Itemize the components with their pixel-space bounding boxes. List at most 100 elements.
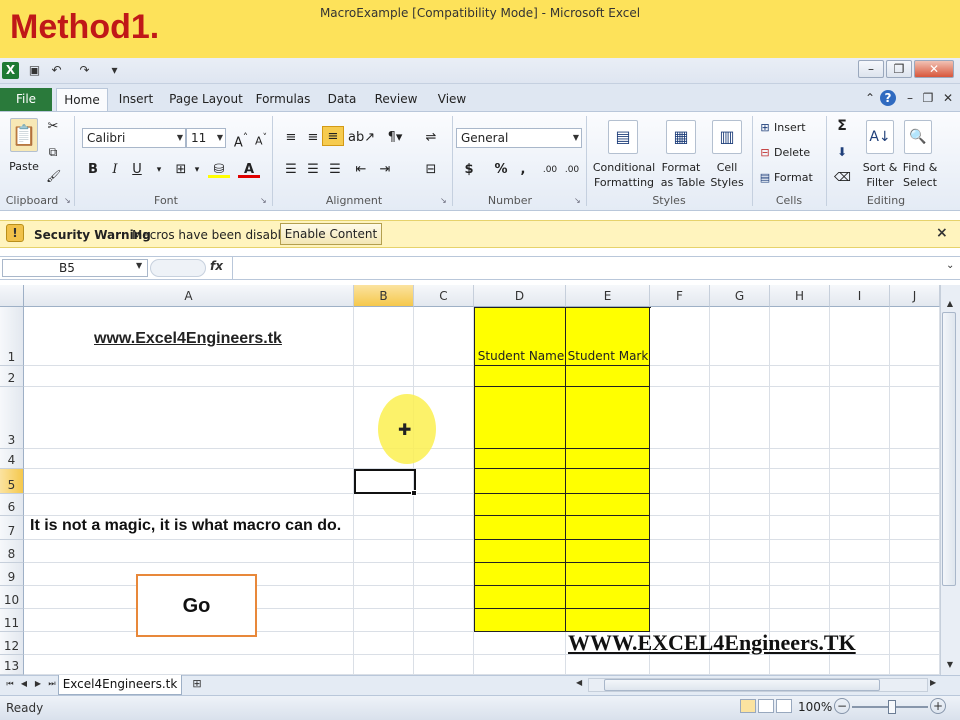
row-header-1[interactable]: 1 xyxy=(0,307,24,366)
find-select-icon[interactable]: 🔍 xyxy=(904,120,932,154)
redo-icon[interactable]: ↷ xyxy=(76,62,93,79)
grow-font-icon[interactable]: A˄ xyxy=(230,128,252,150)
zoom-level[interactable]: 100% xyxy=(798,700,832,714)
align-right-icon[interactable]: ☰ xyxy=(324,160,346,180)
row-header-2[interactable]: 2 xyxy=(0,366,24,387)
conditional-formatting-label-2[interactable]: Formatting xyxy=(590,176,658,189)
chevron-down-icon[interactable]: ▾ xyxy=(186,160,208,180)
go-macro-button[interactable]: Go xyxy=(136,574,257,637)
next-sheet-icon[interactable]: ▶ xyxy=(32,677,44,691)
tab-view[interactable]: View xyxy=(432,88,472,111)
column-header-i[interactable]: I xyxy=(830,285,890,307)
align-center-icon[interactable]: ☰ xyxy=(302,160,324,180)
increase-decimal-button[interactable]: .00 xyxy=(540,160,560,180)
scroll-down-icon[interactable]: ▼ xyxy=(943,658,957,672)
orientation-icon[interactable]: ab↗ xyxy=(348,128,375,148)
column-header-j[interactable]: J xyxy=(890,285,940,307)
column-header-d[interactable]: D xyxy=(474,285,566,307)
delete-button[interactable]: Delete xyxy=(774,146,810,159)
row-header-3[interactable]: 3 xyxy=(0,387,24,449)
format-as-table-icon[interactable]: ▦ xyxy=(666,120,696,154)
row-header-11[interactable]: 11 xyxy=(0,609,24,632)
column-header-g[interactable]: G xyxy=(710,285,770,307)
tab-data[interactable]: Data xyxy=(322,88,362,111)
chevron-down-icon[interactable]: ▼ xyxy=(136,261,142,270)
column-header-h[interactable]: H xyxy=(770,285,830,307)
highlighted-cell[interactable] xyxy=(475,387,566,449)
highlighted-cell[interactable] xyxy=(566,494,650,516)
find-select-label-2[interactable]: Select xyxy=(898,176,942,189)
new-sheet-icon[interactable]: ⊞ xyxy=(186,677,208,693)
bold-button[interactable]: B xyxy=(82,160,104,180)
scroll-right-icon[interactable]: ▶ xyxy=(930,678,936,687)
paste-button[interactable]: Paste xyxy=(2,160,46,173)
insert-button[interactable]: Insert xyxy=(774,121,806,134)
cell-styles-icon[interactable]: ▥ xyxy=(712,120,742,154)
number-format-combo[interactable]: General ▼ xyxy=(456,128,582,148)
highlighted-cell[interactable] xyxy=(475,469,566,494)
decrease-indent-icon[interactable]: ⇤ xyxy=(350,160,372,180)
sheet-tab-excel4engineers[interactable]: Excel4Engineers.tk xyxy=(58,675,182,695)
zoom-in-button[interactable]: + xyxy=(930,698,946,714)
conditional-formatting-icon[interactable]: ▤ xyxy=(608,120,638,154)
fill-icon[interactable]: ⬇ xyxy=(834,146,850,159)
shrink-font-icon[interactable]: A˅ xyxy=(250,128,272,148)
highlighted-cell[interactable] xyxy=(475,609,566,632)
sort-filter-label-2[interactable]: Filter xyxy=(858,176,902,189)
row-header-9[interactable]: 9 xyxy=(0,563,24,586)
decrease-decimal-button[interactable]: .00 xyxy=(562,160,582,180)
prev-sheet-icon[interactable]: ◀ xyxy=(18,677,30,691)
comma-button[interactable]: , xyxy=(512,160,534,180)
tab-page-layout[interactable]: Page Layout xyxy=(168,88,244,111)
column-header-b[interactable]: B xyxy=(354,285,414,307)
active-cell-b5[interactable] xyxy=(354,469,416,494)
highlighted-cell[interactable] xyxy=(566,516,650,540)
column-header-e[interactable]: E xyxy=(566,285,650,307)
increase-indent-icon[interactable]: ⇥ xyxy=(374,160,396,180)
column-header-a[interactable]: A xyxy=(24,285,354,307)
horizontal-scroll-thumb[interactable] xyxy=(604,679,880,691)
zoom-out-button[interactable]: − xyxy=(834,698,850,714)
clear-icon[interactable]: ⌫ xyxy=(834,171,851,184)
expand-formula-bar-icon[interactable]: ⌄ xyxy=(946,260,954,271)
highlighted-cell[interactable] xyxy=(566,387,650,449)
delete-cells-icon[interactable]: ⊟ xyxy=(758,146,772,159)
close-button[interactable]: ✕ xyxy=(914,60,954,78)
wrap-text-icon[interactable]: ⇌ xyxy=(420,128,442,148)
row-header-6[interactable]: 6 xyxy=(0,494,24,516)
align-middle-icon[interactable]: ≡ xyxy=(302,128,324,148)
percent-button[interactable]: % xyxy=(490,160,512,180)
workbook-restore-icon[interactable]: ❐ xyxy=(920,90,936,106)
highlighted-cell[interactable] xyxy=(566,563,650,586)
row-header-8[interactable]: 8 xyxy=(0,540,24,563)
italic-button[interactable]: I xyxy=(104,160,126,180)
highlighted-cell[interactable] xyxy=(475,563,566,586)
row-header-4[interactable]: 4 xyxy=(0,449,24,469)
highlighted-cell[interactable] xyxy=(566,609,650,632)
restore-button[interactable]: ❐ xyxy=(886,60,912,78)
cut-icon[interactable]: ✂ xyxy=(46,120,60,133)
highlighted-cell[interactable] xyxy=(566,449,650,469)
highlighted-cell[interactable] xyxy=(475,494,566,516)
row-header-10[interactable]: 10 xyxy=(0,586,24,609)
font-name-combo[interactable]: Calibri ▼ xyxy=(82,128,186,148)
underline-button[interactable]: U xyxy=(126,160,148,180)
row-header-7[interactable]: 7 xyxy=(0,516,24,540)
highlighted-cell[interactable] xyxy=(566,540,650,563)
formula-input[interactable] xyxy=(232,257,944,279)
column-header-f[interactable]: F xyxy=(650,285,710,307)
tab-formulas[interactable]: Formulas xyxy=(254,88,312,111)
scroll-up-icon[interactable]: ▲ xyxy=(943,297,957,311)
fill-handle[interactable] xyxy=(411,490,417,496)
merge-center-icon[interactable]: ⊟ xyxy=(420,160,442,180)
close-icon[interactable]: × xyxy=(936,225,948,241)
number-launcher-icon[interactable]: ↘ xyxy=(574,196,581,205)
highlighted-cell[interactable] xyxy=(475,449,566,469)
highlighted-cell[interactable] xyxy=(475,516,566,540)
cell-styles-label-1[interactable]: Cell xyxy=(706,161,748,174)
sort-filter-label-1[interactable]: Sort & xyxy=(858,161,902,174)
first-sheet-icon[interactable]: ⏮ xyxy=(4,677,16,691)
minimize-button[interactable]: – xyxy=(858,60,884,78)
tab-review[interactable]: Review xyxy=(372,88,420,111)
save-icon[interactable]: ▣ xyxy=(26,62,43,79)
